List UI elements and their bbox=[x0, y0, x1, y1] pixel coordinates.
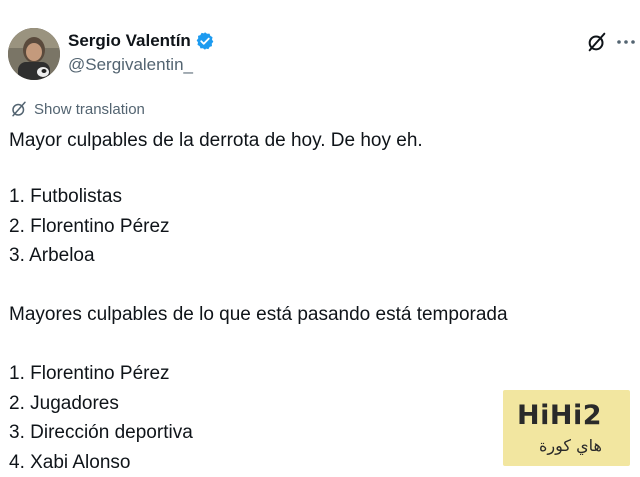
tweet-text-line: 3. Dirección deportiva bbox=[9, 422, 193, 443]
author-handle[interactable]: @Sergivalentin_ bbox=[68, 55, 193, 75]
watermark-logo: HiHi2 هاي كورة bbox=[503, 390, 630, 466]
show-translation-button[interactable]: Show translation bbox=[10, 99, 145, 119]
watermark-logo-text: HiHi2 bbox=[517, 400, 602, 431]
tweet-text-line: 2. Florentino Pérez bbox=[9, 216, 170, 237]
more-options-icon[interactable] bbox=[616, 33, 636, 51]
tweet-text-line: 1. Florentino Pérez bbox=[9, 363, 170, 384]
tweet-text-line: 4. Xabi Alonso bbox=[9, 452, 131, 473]
verified-badge-icon bbox=[195, 31, 215, 51]
avatar[interactable] bbox=[8, 28, 60, 80]
tweet-text-line: Mayor culpables de la derrota de hoy. De… bbox=[9, 130, 423, 151]
watermark-subtitle: هاي كورة bbox=[539, 436, 602, 455]
tweet-text-line: 1. Futbolistas bbox=[9, 186, 122, 207]
tweet-text-line: Mayores culpables de lo que está pasando… bbox=[9, 304, 508, 325]
author-display-name[interactable]: Sergio Valentín bbox=[68, 31, 191, 51]
author-name-row[interactable]: Sergio Valentín bbox=[68, 30, 215, 52]
show-translation-label: Show translation bbox=[34, 100, 145, 118]
tweet-text-line: 2. Jugadores bbox=[9, 393, 119, 414]
tweet-text-line: 3. Arbeloa bbox=[9, 245, 95, 266]
avatar-image bbox=[8, 28, 60, 80]
grok-icon[interactable] bbox=[586, 31, 608, 53]
translate-icon bbox=[12, 101, 26, 117]
